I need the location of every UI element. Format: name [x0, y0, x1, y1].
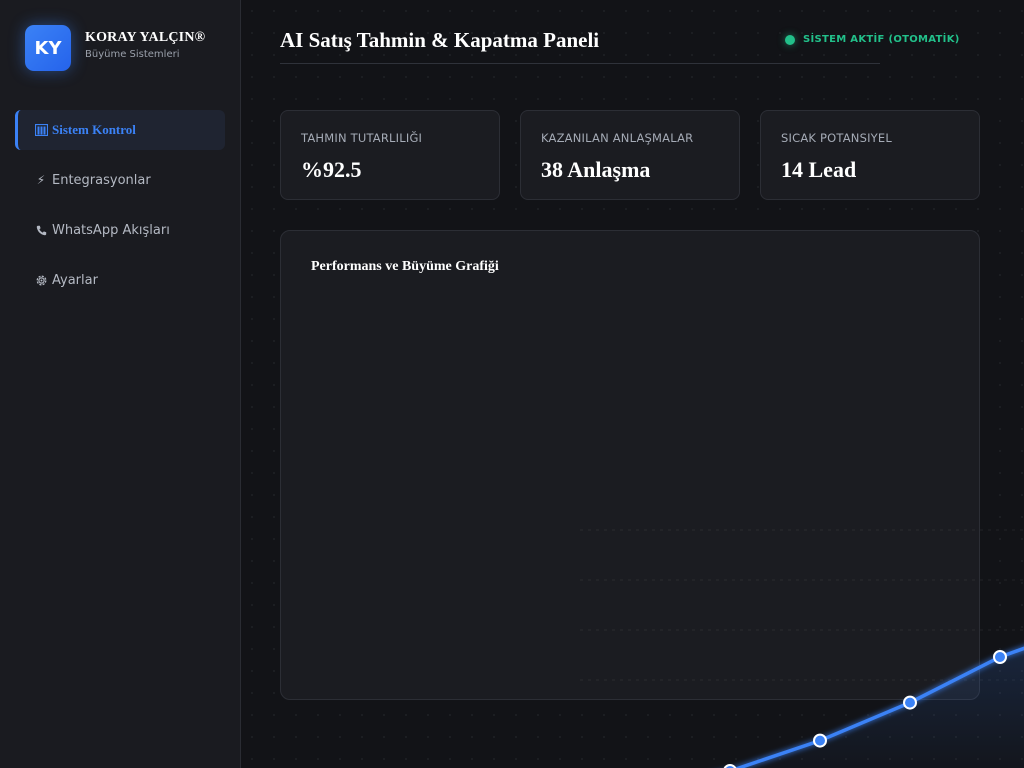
sidebar-item-label: Entegrasyonlar	[52, 172, 151, 188]
sidebar-item-label: Sistem Kontrol	[52, 122, 136, 137]
chart-point[interactable]	[993, 650, 1007, 664]
gear-icon	[34, 274, 48, 287]
chart-grid	[580, 529, 1024, 681]
sidebar-item-ayarlar[interactable]: Ayarlar	[15, 260, 225, 300]
main-content: AI Satış Tahmin & Kapatma Paneli SİSTEM …	[241, 0, 1024, 768]
phone-icon	[34, 225, 48, 236]
brand-subtitle: Büyüme Sistemleri	[85, 49, 180, 60]
lightning-icon: ⚡	[36, 173, 46, 187]
sidebar: KY KORAY YALÇIN® Büyüme Sistemleri Siste…	[0, 0, 241, 768]
chart-point[interactable]	[813, 733, 827, 748]
chart-area-fill	[640, 648, 1024, 768]
sidebar-nav: Sistem Kontrol ⚡ Entegrasyonlar WhatsApp…	[15, 110, 225, 310]
brand-name: KORAY YALÇIN®	[85, 30, 206, 45]
brand: KY KORAY YALÇIN® Büyüme Sistemleri	[25, 25, 205, 71]
sidebar-item-whatsapp-akislari[interactable]: WhatsApp Akışları	[15, 210, 225, 250]
sidebar-item-sistem-kontrol[interactable]: Sistem Kontrol	[15, 110, 225, 150]
sidebar-item-label: Ayarlar	[52, 272, 98, 288]
performance-chart	[580, 529, 1024, 768]
brand-logo: KY	[25, 25, 71, 71]
sidebar-item-entegrasyonlar[interactable]: ⚡ Entegrasyonlar	[15, 160, 225, 200]
building-icon	[34, 124, 48, 136]
sidebar-item-label: WhatsApp Akışları	[52, 222, 170, 238]
chart-point[interactable]	[903, 695, 917, 710]
app-root: KY KORAY YALÇIN® Büyüme Sistemleri Siste…	[0, 0, 1024, 768]
brand-text: KORAY YALÇIN® Büyüme Sistemleri	[85, 30, 205, 60]
